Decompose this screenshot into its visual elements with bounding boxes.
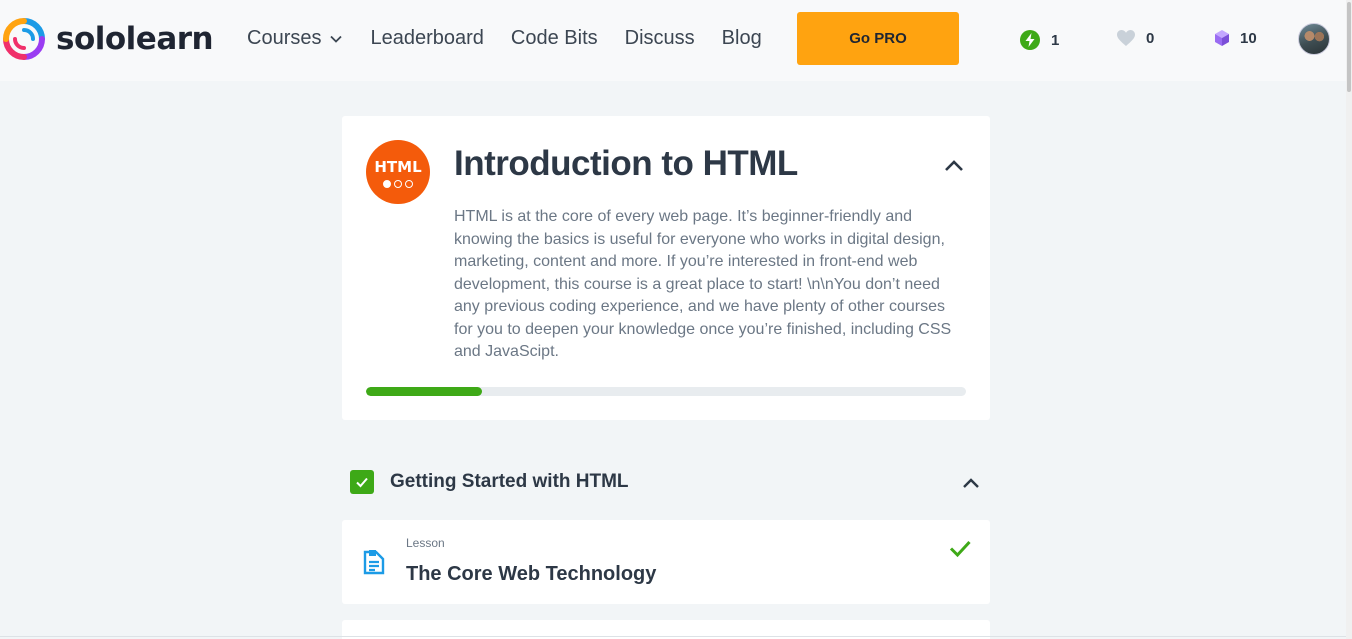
logo-text: sololearn (56, 21, 214, 57)
course-progress-fill (366, 387, 482, 396)
chevron-up-icon[interactable] (960, 472, 982, 494)
module-completed-checkbox (350, 470, 374, 494)
course-card: HTML Introduction to HTML HTML is at the… (342, 116, 990, 420)
course-description: HTML is at the core of every web page. I… (454, 208, 952, 360)
streak-counter[interactable]: 1 (1019, 29, 1059, 51)
nav-code-bits[interactable]: Code Bits (511, 27, 598, 50)
dot-icon (383, 180, 391, 188)
logo-icon (3, 18, 45, 60)
course-icon-dots (383, 180, 413, 188)
bits-value: 10 (1240, 29, 1257, 47)
bits-counter[interactable]: 10 (1214, 29, 1257, 47)
chevron-down-icon (330, 35, 343, 43)
nav-blog[interactable]: Blog (722, 27, 762, 50)
course-icon-label: HTML (374, 158, 422, 176)
lesson-title: The Core Web Technology (406, 563, 657, 585)
nav-discuss[interactable]: Discuss (625, 27, 695, 50)
lesson-item[interactable]: Lesson The Core Web Technology (342, 520, 990, 604)
check-icon (356, 477, 368, 488)
nav-leaderboard[interactable]: Leaderboard (370, 27, 483, 50)
course-title: Introduction to HTML (454, 144, 798, 183)
chevron-up-icon[interactable] (942, 154, 966, 178)
scrollbar-thumb[interactable] (1347, 2, 1351, 92)
course-progress-bar (366, 387, 966, 396)
main-nav: Courses Leaderboard Code Bits Discuss Bl… (247, 27, 789, 50)
cube-icon (1215, 30, 1229, 46)
nav-courses-label: Courses (247, 27, 322, 49)
page-scrollbar[interactable] (1346, 0, 1352, 639)
module-title: Getting Started with HTML (390, 471, 629, 492)
lightning-icon (1020, 30, 1040, 50)
html-course-icon: HTML (366, 140, 430, 204)
document-icon (363, 550, 385, 575)
dot-icon (405, 180, 413, 188)
checkmark-icon (949, 540, 971, 558)
module-header[interactable]: Getting Started with HTML (342, 464, 990, 500)
dot-icon (394, 180, 402, 188)
avatar[interactable] (1298, 23, 1330, 55)
divider (0, 636, 1346, 637)
nav-courses[interactable]: Courses (247, 27, 343, 50)
lesson-type-label: Lesson (406, 536, 445, 550)
sololearn-logo[interactable]: sololearn (2, 17, 214, 61)
hearts-value: 0 (1146, 29, 1155, 47)
go-pro-button[interactable]: Go PRO (797, 12, 959, 65)
hearts-counter[interactable]: 0 (1116, 29, 1154, 47)
top-navbar: sololearn Courses Leaderboard Code Bits … (0, 0, 1346, 81)
heart-icon (1117, 30, 1135, 46)
streak-value: 1 (1051, 31, 1060, 49)
